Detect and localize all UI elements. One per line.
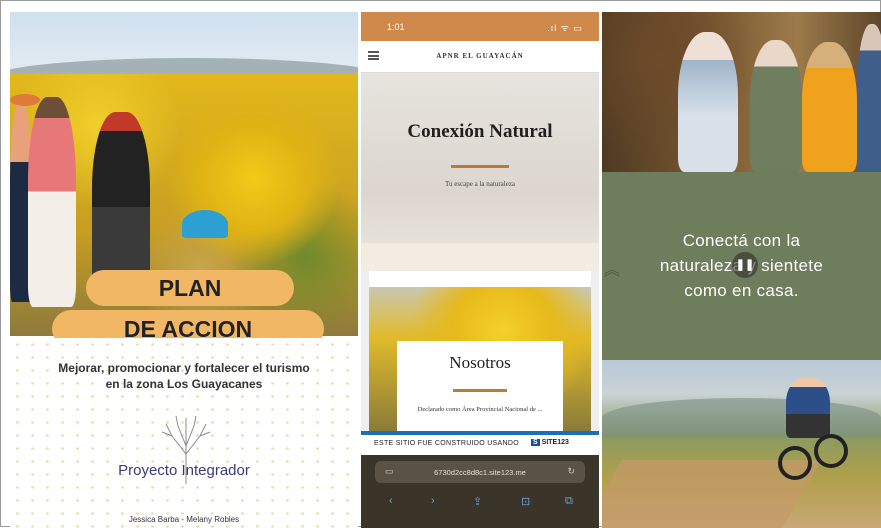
bike-wheel-front (778, 446, 812, 480)
site-navbar: APNR EL GUAYACÁN (361, 41, 599, 73)
hat (10, 94, 40, 106)
browser-toolbar: ‹ › ⇪ ⊡ ⧉ (361, 495, 599, 511)
site123-banner[interactable]: ESTE SITIO FUE CONSTRUIDO USANDO S SITE12… (361, 431, 599, 455)
back-icon[interactable]: ‹ (389, 495, 393, 507)
bookmarks-icon[interactable]: ⊡ (521, 495, 530, 508)
about-text-box: Nosotros Declarado como Área Provincial … (397, 341, 563, 431)
plan-description: Mejorar, promocionar y fortalecer el tur… (58, 361, 310, 391)
person-pink-shirt (28, 97, 76, 307)
forward-icon[interactable]: › (431, 495, 435, 507)
hiker-4 (857, 24, 881, 172)
status-bar: 1:01 .ıl ᯤ ▭ (361, 12, 599, 41)
tagline-line-3: como en casa. (684, 281, 799, 300)
tagline-line-1: Conectá con la (682, 231, 801, 250)
about-divider (453, 389, 507, 392)
cover-lower-section: Mejorar, promocionar y fortalecer el tur… (10, 338, 358, 528)
about-title: Nosotros (449, 353, 511, 372)
hiker-2 (750, 40, 802, 172)
plan-title-line1: PLAN (86, 270, 294, 306)
hero-section: Conexión Natural Tu escape a la naturale… (361, 73, 599, 243)
section-spacer (361, 243, 599, 271)
site-brand[interactable]: APNR EL GUAYACÁN (361, 52, 599, 60)
url-text: 6730d2cc8d8c1.site123.me (434, 468, 526, 477)
pause-icon[interactable]: ❚❚ (732, 252, 758, 278)
about-text: Declarado como Área Provincial Nacional … (417, 406, 543, 413)
mountains (602, 398, 881, 438)
hikers-photo (602, 12, 881, 172)
plan-cover-panel: PLAN DE ACCION Mejorar, promocionar y fo… (10, 12, 358, 528)
hiker-3 (802, 42, 857, 172)
hero-divider (451, 165, 509, 168)
reload-icon[interactable]: ↻ (567, 466, 575, 477)
bike-wheel-rear (814, 434, 848, 468)
address-bar[interactable]: ▭ 6730d2cc8d8c1.site123.me ↻ (375, 461, 585, 483)
promo-panel: ︽ Conectá con la naturaleza y sientete c… (602, 12, 881, 528)
signal-wifi-battery-icon: .ıl ᯤ ▭ (547, 23, 583, 33)
authors: Jessica Barba - Melany Robles (128, 515, 240, 524)
hero-subtitle: Tu escape a la naturaleza (444, 180, 516, 188)
phone-website-panel: 1:01 .ıl ᯤ ▭ APNR EL GUAYACÁN Conexión N… (361, 12, 599, 528)
site123-logo[interactable]: S SITE123 (531, 439, 569, 446)
project-name: Proyecto Integrador (118, 462, 250, 479)
status-time: 1:01 (387, 22, 405, 32)
hiker-1 (678, 32, 738, 172)
browser-chrome: ▭ 6730d2cc8d8c1.site123.me ↻ ‹ › ⇪ ⊡ ⧉ (361, 455, 599, 528)
tent (182, 210, 228, 238)
mountain-biker-photo (602, 360, 881, 528)
tagline-section: ︽ Conectá con la naturaleza y sientete c… (602, 172, 881, 360)
tabs-icon[interactable]: ⧉ (565, 495, 573, 508)
about-card: Nosotros Declarado como Área Provincial … (369, 271, 591, 431)
site-notice: ESTE SITIO FUE CONSTRUIDO USANDO (374, 440, 519, 447)
cyclist (786, 378, 830, 438)
hero-title: Conexión Natural (407, 121, 553, 142)
collage-frame: PLAN DE ACCION Mejorar, promocionar y fo… (0, 0, 881, 528)
share-icon[interactable]: ⇪ (473, 495, 482, 508)
